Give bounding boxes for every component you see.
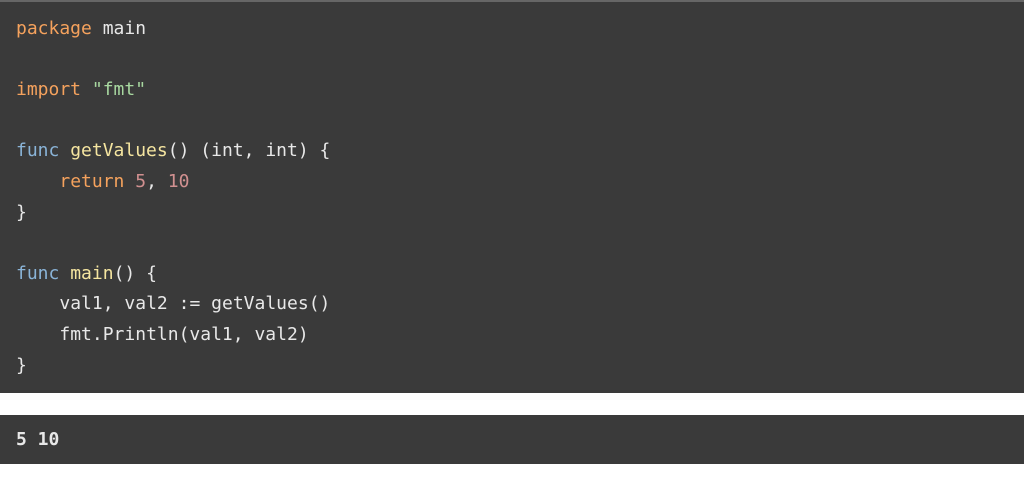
keyword-func: func: [16, 263, 59, 284]
output-block: 5 10: [0, 415, 1024, 464]
comma: ,: [244, 140, 255, 161]
assign-op: :=: [179, 293, 201, 314]
keyword-func: func: [16, 140, 59, 161]
indent: [16, 324, 59, 345]
code-line: fmt.Println(val1, val2): [16, 324, 309, 345]
paren-close: ): [298, 324, 309, 345]
dot: .: [92, 324, 103, 345]
keyword-import: import: [16, 79, 81, 100]
parens: (): [309, 293, 331, 314]
type-int: int: [211, 140, 244, 161]
package-ref: fmt: [59, 324, 92, 345]
indent: [16, 293, 59, 314]
package-name: main: [103, 18, 146, 39]
keyword-package: package: [16, 18, 92, 39]
code-line: }: [16, 202, 27, 223]
brace-open: {: [146, 263, 157, 284]
brace-open: {: [320, 140, 331, 161]
code-line: package main: [16, 18, 146, 39]
comma: ,: [146, 171, 157, 192]
code-line: return 5, 10: [16, 171, 189, 192]
paren-open: (: [200, 140, 211, 161]
number-literal: 10: [168, 171, 190, 192]
identifier: val2: [254, 324, 297, 345]
func-call: getValues: [211, 293, 309, 314]
func-name: main: [70, 263, 113, 284]
import-string: "fmt": [92, 79, 146, 100]
code-line: val1, val2 := getValues(): [16, 293, 330, 314]
brace-close: }: [16, 202, 27, 223]
code-line: import "fmt": [16, 79, 146, 100]
output-text: 5 10: [16, 429, 59, 450]
comma: ,: [103, 293, 114, 314]
code-line: }: [16, 355, 27, 376]
indent: [16, 171, 59, 192]
method-name: Println: [103, 324, 179, 345]
keyword-return: return: [59, 171, 124, 192]
code-line: func main() {: [16, 263, 157, 284]
paren-open: (: [179, 324, 190, 345]
code-block: package main import "fmt" func getValues…: [0, 0, 1024, 393]
paren-close: ): [298, 140, 309, 161]
brace-close: }: [16, 355, 27, 376]
comma: ,: [233, 324, 244, 345]
type-int: int: [265, 140, 298, 161]
func-name: getValues: [70, 140, 168, 161]
identifier: val1: [59, 293, 102, 314]
code-line: func getValues() (int, int) {: [16, 140, 330, 161]
identifier: val1: [189, 324, 232, 345]
params: (): [168, 140, 190, 161]
params: (): [114, 263, 136, 284]
number-literal: 5: [135, 171, 146, 192]
identifier: val2: [124, 293, 167, 314]
